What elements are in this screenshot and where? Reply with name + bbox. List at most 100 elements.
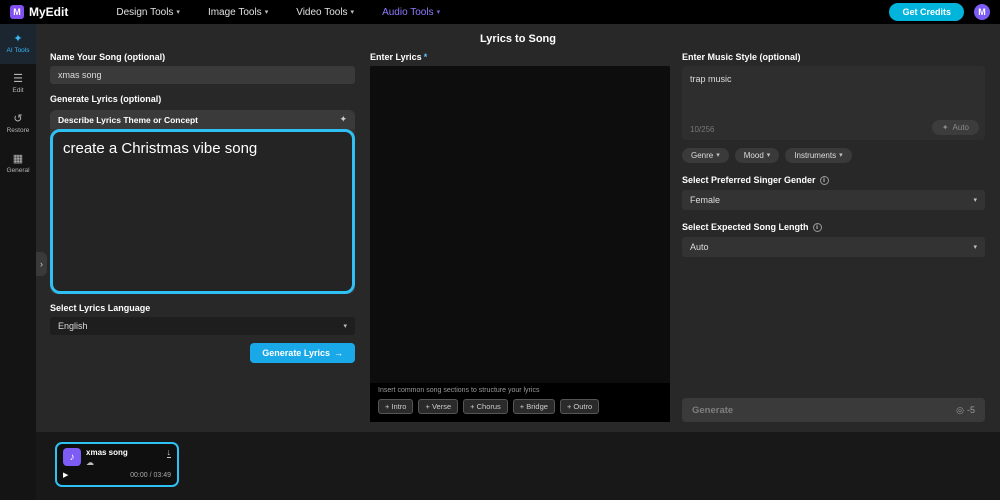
sidebar-item-label: General — [6, 167, 30, 174]
mood-pill[interactable]: Mood ▾ — [734, 148, 780, 163]
sidebar-item-ai-tools[interactable]: ✦ AI Tools — [0, 24, 36, 64]
sidebar-item-edit[interactable]: ☰ Edit — [0, 64, 36, 104]
sidebar-item-general[interactable]: ▦ General — [0, 144, 36, 184]
player-card-top: ♪ xmas song ☁ ↓ — [63, 448, 171, 467]
sliders-icon: ☰ — [13, 73, 23, 85]
info-icon[interactable]: i — [812, 222, 822, 232]
generate-lyrics-button-label: Generate Lyrics — [262, 348, 330, 358]
music-note-icon: ♪ — [63, 448, 81, 466]
get-credits-button[interactable]: Get Credits — [889, 3, 964, 21]
nav-video-tools[interactable]: Video Tools ▾ — [296, 7, 354, 18]
lyrics-language-select[interactable]: English ▾ — [50, 317, 355, 335]
left-sidebar: ✦ AI Tools ☰ Edit ↺ Restore ▦ General — [0, 24, 36, 500]
nav-audio-tools[interactable]: Audio Tools ▾ — [382, 7, 440, 18]
generate-lyrics-button[interactable]: Generate Lyrics → — [250, 343, 355, 363]
chevron-down-icon: ▾ — [176, 8, 180, 16]
credits-coin-icon: ◎ — [956, 404, 964, 415]
restore-icon: ↺ — [13, 113, 23, 125]
chevron-down-icon: ▾ — [264, 8, 269, 16]
player-song-title: xmas song — [86, 448, 128, 457]
nav-video-tools-label: Video Tools — [296, 6, 348, 18]
sidebar-item-restore[interactable]: ↺ Restore — [0, 104, 36, 144]
chevron-down-icon: ▾ — [350, 8, 355, 16]
chevron-down-icon: ▾ — [343, 322, 347, 330]
name-song-label: Name Your Song (optional) — [50, 52, 166, 62]
genre-pill-label: Genre — [691, 151, 714, 160]
nav-design-tools-label: Design Tools — [116, 6, 174, 18]
genre-pill[interactable]: Genre ▾ — [682, 148, 729, 163]
generate-lyrics-row: Generate Lyrics → — [50, 343, 355, 363]
main-content: Lyrics to Song Name Your Song (optional)… — [36, 24, 1000, 432]
credits-cost: ◎ -5 — [956, 405, 975, 416]
add-bridge-chip[interactable]: + Bridge — [512, 399, 555, 414]
chevron-right-icon: › — [40, 259, 43, 269]
arrow-right-icon: → — [334, 348, 343, 358]
play-icon[interactable]: ▶ — [63, 471, 68, 479]
nav-design-tools[interactable]: Design Tools ▾ — [116, 7, 180, 18]
lyrics-textarea[interactable] — [370, 66, 670, 383]
describe-theme-label: Describe Lyrics Theme or Concept — [58, 114, 198, 125]
instruments-pill[interactable]: Instruments ▾ — [785, 148, 852, 163]
myedit-logo-icon[interactable]: M — [10, 5, 24, 19]
singer-gender-select[interactable]: Female ▾ — [682, 190, 985, 210]
add-verse-chip[interactable]: + Verse — [418, 399, 459, 414]
generate-lyrics-label: Generate Lyrics (optional) — [50, 94, 162, 104]
song-setup-column: Name Your Song (optional) Generate Lyric… — [50, 52, 355, 363]
describe-theme-panel: Describe Lyrics Theme or Concept ✦ creat… — [50, 110, 355, 294]
music-style-textarea[interactable]: trap music — [682, 66, 985, 112]
magic-wand-icon[interactable]: ✦ — [339, 114, 347, 125]
add-chorus-chip[interactable]: + Chorus — [463, 399, 508, 414]
theme-description-textarea[interactable]: create a Christmas vibe song — [50, 129, 355, 294]
add-outro-chip[interactable]: + Outro — [559, 399, 600, 414]
sidebar-collapse-handle[interactable]: › — [36, 252, 47, 276]
magic-wand-icon: ✦ — [941, 123, 949, 132]
player-card-bottom: ▶ 00:00 / 03:49 — [63, 471, 171, 480]
style-category-pills: Genre ▾ Mood ▾ Instruments ▾ — [682, 148, 985, 163]
chevron-down-icon: ▾ — [839, 152, 843, 159]
app-root: M MyEdit Design Tools ▾ Image Tools ▾ Vi… — [0, 0, 1000, 500]
brand-name[interactable]: MyEdit — [29, 5, 68, 19]
credits-cost-value: -5 — [966, 405, 975, 415]
topbar-right: Get Credits M — [889, 3, 990, 21]
lyrics-column: Enter Lyrics * Insert common song sectio… — [370, 52, 670, 422]
add-intro-chip[interactable]: + Intro — [378, 399, 414, 414]
singer-gender-label-text: Select Preferred Singer Gender — [682, 175, 816, 185]
user-avatar[interactable]: M — [974, 4, 990, 20]
info-icon[interactable]: i — [819, 175, 829, 185]
chevron-down-icon: ▾ — [766, 152, 771, 159]
page-title: Lyrics to Song — [480, 33, 556, 45]
sections-helper-text: Insert common song sections to structure… — [378, 387, 540, 394]
player-time: 00:00 / 03:49 — [130, 471, 171, 479]
song-player-card[interactable]: ♪ xmas song ☁ ↓ ▶ 00:00 / 03:49 — [55, 442, 179, 487]
song-length-value: Auto — [690, 242, 709, 252]
main-nav: Design Tools ▾ Image Tools ▾ Video Tools… — [116, 7, 440, 18]
lyrics-language-label: Select Lyrics Language — [50, 303, 151, 313]
nav-image-tools[interactable]: Image Tools ▾ — [208, 7, 268, 18]
mood-pill-label: Mood — [743, 151, 764, 160]
lyrics-language-value: English — [58, 321, 88, 331]
char-counter: 10/256 — [690, 125, 715, 134]
instruments-pill-label: Instruments — [794, 151, 837, 160]
song-length-label: Select Expected Song Length i — [682, 222, 985, 232]
grid-icon: ▦ — [12, 153, 24, 165]
sidebar-item-label: AI Tools — [6, 47, 30, 54]
music-style-column: Enter Music Style (optional) trap music … — [682, 52, 985, 422]
music-style-label: Enter Music Style (optional) — [682, 52, 801, 62]
music-style-panel: trap music 10/256 ✦ Auto — [682, 66, 985, 140]
describe-theme-header: Describe Lyrics Theme or Concept ✦ — [50, 110, 355, 129]
enter-lyrics-label: Enter Lyrics * — [370, 52, 670, 62]
song-name-input[interactable] — [50, 66, 355, 84]
chevron-down-icon: ▾ — [973, 196, 977, 204]
nav-audio-tools-label: Audio Tools — [382, 6, 434, 18]
auto-style-button[interactable]: ✦ Auto — [931, 120, 979, 135]
lyrics-editor: Insert common song sections to structure… — [370, 66, 670, 422]
enter-lyrics-label-text: Enter Lyrics — [370, 52, 422, 62]
required-asterisk: * — [423, 52, 428, 62]
song-length-select[interactable]: Auto ▾ — [682, 237, 985, 257]
nav-image-tools-label: Image Tools — [207, 6, 262, 18]
cloud-icon[interactable]: ☁ — [86, 459, 128, 467]
download-icon[interactable]: ↓ — [166, 448, 171, 458]
generate-song-button[interactable]: Generate ◎ -5 — [682, 398, 985, 422]
auto-style-button-label: Auto — [952, 123, 969, 132]
top-bar: M MyEdit Design Tools ▾ Image Tools ▾ Vi… — [0, 0, 1000, 24]
